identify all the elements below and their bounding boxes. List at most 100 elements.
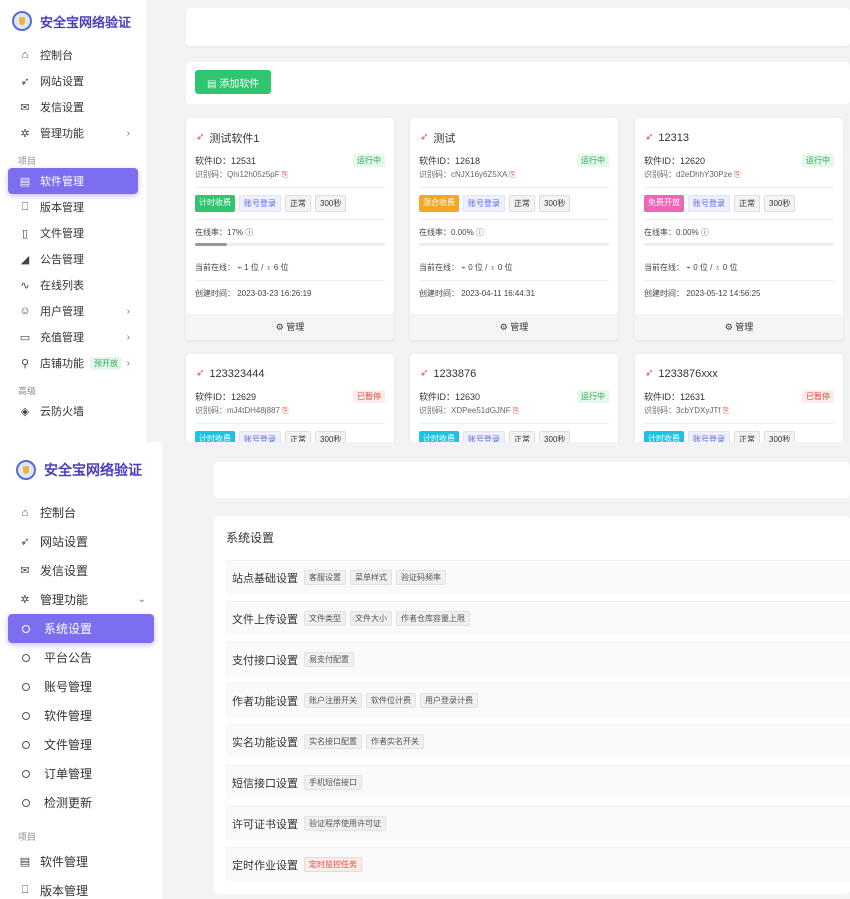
manage-button[interactable]: ⚙ 管理 bbox=[635, 314, 843, 340]
sidebar-item[interactable]: ⌂ 控制台 bbox=[8, 42, 138, 68]
copy-icon[interactable]: ⎘ bbox=[734, 170, 740, 179]
sidebar-item-label: 充值管理 bbox=[40, 332, 84, 344]
sidebar-item[interactable]: ✲ 管理功能 › bbox=[8, 120, 138, 146]
copy-icon[interactable]: ⎘ bbox=[723, 406, 729, 415]
settings-row-name: 实名功能设置 bbox=[232, 736, 298, 749]
login-type-tag: 账号登录 bbox=[463, 195, 505, 212]
card-id-row: 软件ID：12618 运行中 bbox=[410, 154, 618, 167]
sidebar-subitem-label: 订单管理 bbox=[44, 767, 93, 781]
settings-sub-tag[interactable]: 菜单样式 bbox=[350, 570, 392, 585]
help-icon[interactable]: ⓘ bbox=[245, 228, 253, 237]
sidebar-item[interactable]: ✲ 管理功能 ⌄ bbox=[8, 585, 154, 614]
settings-sub-tag[interactable]: 账户注册开关 bbox=[304, 693, 362, 708]
sidebar-item[interactable]: ⚲ 店铺功能 预开放 › bbox=[8, 350, 138, 376]
copy-icon[interactable]: ⎘ bbox=[282, 406, 288, 415]
circle-icon bbox=[22, 653, 30, 662]
settings-sub-tag[interactable]: 软件位计费 bbox=[366, 693, 416, 708]
settings-sub-tag[interactable]: 文件类型 bbox=[304, 611, 346, 626]
billing-mode-label: 计时收费 bbox=[199, 434, 231, 442]
help-icon[interactable]: ⓘ bbox=[701, 228, 709, 237]
settings-sub-tag[interactable]: 用户登录计费 bbox=[420, 693, 478, 708]
online-rate: 在线率：17% ⓘ bbox=[186, 227, 394, 238]
sidebar-item-label: 版本管理 bbox=[40, 884, 89, 898]
code-value: 3cbYDXyJTf bbox=[676, 406, 721, 415]
settings-row[interactable]: 定时作业设置 定时监控任务 bbox=[226, 847, 850, 881]
settings-sub-tag[interactable]: 实名接口配置 bbox=[304, 734, 362, 749]
software-name: 12313 bbox=[658, 131, 689, 144]
settings-sub-tag[interactable]: 手机短信接口 bbox=[304, 775, 362, 790]
settings-sub-tag[interactable]: 验证程序使用许可证 bbox=[304, 816, 386, 831]
sidebar-subitem[interactable]: 订单管理 bbox=[8, 759, 154, 788]
sidebar-item[interactable]: ▭ 充值管理 › bbox=[8, 324, 138, 350]
settings-sub-tag[interactable]: 作者仓库容量上限 bbox=[396, 611, 470, 626]
online-rate-bar bbox=[644, 243, 834, 246]
divider bbox=[419, 219, 609, 220]
manage-button[interactable]: ⚙ 管理 bbox=[410, 314, 618, 340]
sidebar-item[interactable]: ∿ 在线列表 bbox=[8, 272, 138, 298]
settings-row[interactable]: 站点基础设置 客服设置 菜单样式 验证码频率 bbox=[226, 560, 850, 594]
copy-icon[interactable]: ⎘ bbox=[282, 170, 288, 179]
manage-button[interactable]: ⚙ 管理 bbox=[186, 314, 394, 340]
login-type-tag: 账号登录 bbox=[688, 195, 730, 212]
sidebar-subitem[interactable]: 检测更新 bbox=[8, 788, 154, 817]
software-name: 1233876xxx bbox=[658, 367, 718, 380]
software-card[interactable]: ➶ 123323444 软件ID：12629 已暂停 识别码：mJ4tDH48j887 … bbox=[186, 354, 394, 442]
sidebar-item[interactable]: ➶ 网站设置 bbox=[8, 527, 154, 556]
brand[interactable]: 安全宝网络验证 bbox=[0, 442, 162, 498]
software-card[interactable]: ➶ 1233876xxx 软件ID：12631 已暂停 识别码：3cbYDXyJTf ⎘… bbox=[635, 354, 843, 442]
sidebar-item[interactable]: ⌂ 控制台 bbox=[8, 498, 154, 527]
settings-sub-tag[interactable]: 客服设置 bbox=[304, 570, 346, 585]
sidebar-subitem-label: 软件管理 bbox=[44, 709, 93, 723]
settings-row-name: 短信接口设置 bbox=[232, 777, 298, 790]
sidebar-item[interactable]: ⎕ 版本管理 bbox=[8, 876, 154, 899]
sidebar-subitem[interactable]: 软件管理 bbox=[8, 701, 154, 730]
card-title: ➶ 12313 bbox=[635, 118, 843, 148]
settings-row[interactable]: 作者功能设置 账户注册开关 软件位计费 用户登录计费 bbox=[226, 683, 850, 717]
sidebar-item[interactable]: ▯ 文件管理 bbox=[8, 220, 138, 246]
sidebar-subitem[interactable]: 平台公告 bbox=[8, 643, 154, 672]
settings-sub-tag[interactable]: 验证码频率 bbox=[396, 570, 446, 585]
sidebar: 安全宝网络验证 ⌂ 控制台 ➶ 网站设置 ✉ 发信设置 ✲ 管理功能 › 项目 ▤ 软件管理 ⎕ 版本… bbox=[0, 0, 146, 442]
brand[interactable]: 安全宝网络验证 bbox=[0, 0, 146, 42]
divider bbox=[644, 187, 834, 188]
sidebar-item-label: 管理功能 bbox=[40, 593, 89, 607]
sidebar-item[interactable]: ☺ 用户管理 › bbox=[8, 298, 138, 324]
software-card[interactable]: ➶ 测试软件1 软件ID：12531 运行中 识别码：Qhi12h05z5pF ⎘ 计时收… bbox=[186, 118, 394, 340]
settings-sub-tag[interactable]: 易支付配置 bbox=[304, 652, 354, 667]
sidebar-subitem[interactable]: 文件管理 bbox=[8, 730, 154, 759]
add-software-button[interactable]: ▤ 添加软件 bbox=[195, 70, 272, 94]
settings-row[interactable]: 短信接口设置 手机短信接口 bbox=[226, 765, 850, 799]
sidebar-item[interactable]: ▤ 软件管理 bbox=[8, 847, 154, 876]
software-card[interactable]: ➶ 1233876 软件ID：12630 运行中 识别码：XDPee51dGJNF ⎘ 计… bbox=[410, 354, 618, 442]
sidebar-item[interactable]: ✉ 发信设置 bbox=[8, 94, 138, 120]
state-tag: 正常 bbox=[285, 195, 311, 212]
circle-icon bbox=[22, 711, 30, 720]
sidebar-item[interactable]: ✉ 发信设置 bbox=[8, 556, 154, 585]
settings-row[interactable]: 许可证书设置 验证程序使用许可证 bbox=[226, 806, 850, 840]
sidebar-item[interactable]: ➶ 网站设置 bbox=[8, 68, 138, 94]
software-card[interactable]: ➶ 12313 软件ID：12620 运行中 识别码：d2eDhhY30Pze ⎘ 免费开… bbox=[635, 118, 843, 340]
settings-sub-tag[interactable]: 作者实名开关 bbox=[366, 734, 424, 749]
sidebar-item[interactable]: ◈ 云防火墙 bbox=[8, 398, 138, 424]
sidebar-subitem[interactable]: 系统设置 bbox=[8, 614, 154, 643]
settings-row[interactable]: 文件上传设置 文件类型 文件大小 作者仓库容量上限 bbox=[226, 601, 850, 635]
sidebar-item-label: 公告管理 bbox=[40, 254, 84, 266]
settings-row[interactable]: 实名功能设置 实名接口配置 作者实名开关 bbox=[226, 724, 850, 758]
sidebar-subitem-label: 检测更新 bbox=[44, 796, 93, 810]
manage-label: ⚙ 管理 bbox=[275, 322, 305, 332]
settings-row[interactable]: 支付接口设置 易支付配置 bbox=[226, 642, 850, 676]
sidebar-item[interactable]: ⎕ 版本管理 bbox=[8, 194, 138, 220]
sidebar-subitem[interactable]: 账号管理 bbox=[8, 672, 154, 701]
rocket-icon: ➶ bbox=[645, 132, 654, 143]
copy-icon[interactable]: ⎘ bbox=[513, 406, 519, 415]
software-card[interactable]: ➶ 测试 软件ID：12618 运行中 识别码：cNJX16y6Z5XA ⎘ 混合收费 账号… bbox=[410, 118, 618, 340]
sidebar-item[interactable]: ▤ 软件管理 bbox=[8, 168, 138, 194]
code-label: 识别码： bbox=[195, 406, 227, 415]
settings-sub-tag[interactable]: 定时监控任务 bbox=[304, 857, 362, 872]
sidebar-item[interactable]: ◢ 公告管理 bbox=[8, 246, 138, 272]
copy-icon[interactable]: ⎘ bbox=[509, 170, 515, 179]
help-icon[interactable]: ⓘ bbox=[476, 228, 484, 237]
settings-sub-tag[interactable]: 文件大小 bbox=[350, 611, 392, 626]
software-id-value: 12618 bbox=[455, 156, 481, 166]
billing-mode-label: 计时收费 bbox=[423, 434, 455, 442]
